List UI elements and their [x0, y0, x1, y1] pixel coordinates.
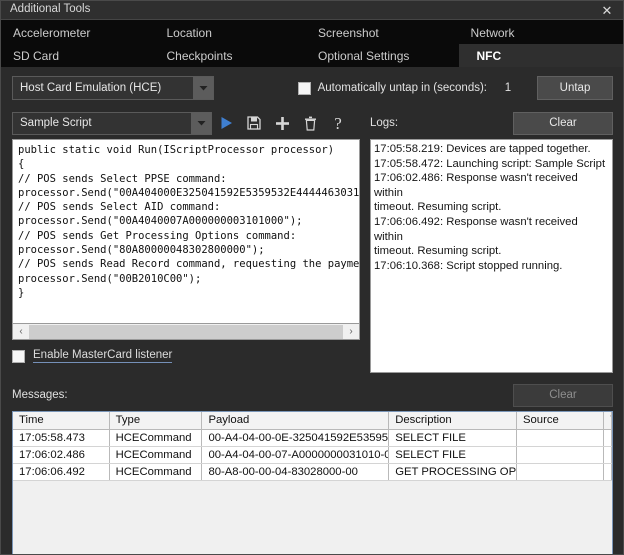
cell-target: 169.254.86.176	[603, 429, 612, 447]
run-script-button[interactable]	[212, 110, 240, 136]
plus-icon	[275, 116, 290, 131]
auto-untap-label: Automatically untap in (seconds):	[317, 82, 487, 94]
script-toolbar: Sample Script ?	[12, 110, 360, 136]
log-line: 17:06:06.492: Response wasn't received w…	[374, 215, 578, 243]
logs-column: Logs: Clear 17:05:58.219: Devices are ta…	[370, 110, 613, 373]
auto-untap-checkbox[interactable]	[297, 81, 311, 95]
chevron-left-icon[interactable]: ‹	[13, 325, 29, 339]
tab-optional-settings[interactable]: Optional Settings	[306, 44, 459, 67]
editor-horizontal-scrollbar[interactable]: ‹ ›	[12, 324, 360, 340]
column-header-source[interactable]: Source	[516, 412, 605, 430]
log-line: 17:05:58.472: Launching script: Sample S…	[374, 157, 606, 170]
mastercard-listener-row: Enable MasterCard listener	[12, 349, 360, 363]
cell-source	[516, 463, 605, 481]
clear-messages-button[interactable]: Clear	[513, 383, 613, 407]
cell-source	[516, 446, 605, 464]
column-header-payload[interactable]: Payload	[201, 412, 390, 430]
tab-nfc[interactable]: NFC	[458, 44, 623, 67]
table-header-row: Time Type Payload Description Source Tar…	[13, 412, 612, 430]
script-select-value: Sample Script	[20, 117, 92, 129]
cell-target: 169.254.86.176	[603, 463, 612, 481]
tab-row-2: SD Card Checkpoints Optional Settings NF…	[1, 44, 623, 67]
messages-table: Time Type Payload Description Source Tar…	[13, 412, 612, 481]
column-header-description[interactable]: Description	[388, 412, 517, 430]
logs-title: Logs:	[370, 117, 399, 129]
cell-time: 17:05:58.473	[13, 429, 110, 447]
delete-script-button[interactable]	[296, 110, 324, 136]
column-header-target[interactable]: Target	[603, 412, 612, 430]
table-row[interactable]: 17:06:02.486 HCECommand 00-A4-04-00-07-A…	[13, 446, 612, 464]
emulation-mode-select[interactable]: Host Card Emulation (HCE)	[12, 76, 214, 100]
messages-title: Messages:	[12, 389, 68, 401]
cell-source	[516, 429, 605, 447]
untap-button[interactable]: Untap	[537, 76, 613, 100]
save-icon	[247, 116, 261, 130]
cell-time: 17:06:06.492	[13, 463, 110, 481]
tab-accelerometer[interactable]: Accelerometer	[1, 21, 155, 44]
save-script-button[interactable]	[240, 110, 268, 136]
log-line: timeout. Resuming script.	[374, 245, 502, 258]
tab-location[interactable]: Location	[155, 21, 307, 44]
clear-logs-button[interactable]: Clear	[513, 111, 613, 135]
mastercard-listener-label: Enable MasterCard listener	[33, 349, 173, 363]
cell-payload: 80-A8-00-00-04-83028000-00	[201, 463, 390, 481]
logs-output[interactable]: 17:05:58.219: Devices are tapped togethe…	[370, 139, 613, 373]
untap-seconds-input[interactable]: 1	[491, 82, 525, 94]
cell-target: 169.254.86.176	[603, 446, 612, 464]
tab-sd-card[interactable]: SD Card	[1, 44, 155, 67]
messages-header: Messages: Clear	[1, 382, 623, 408]
window-title: Additional Tools	[10, 3, 91, 16]
title-bar: Additional Tools ✕	[1, 1, 623, 20]
log-line: 17:05:58.219: Devices are tapped togethe…	[374, 143, 591, 155]
cell-time: 17:06:02.486	[13, 446, 110, 464]
cell-type: HCECommand	[109, 463, 203, 481]
chevron-down-icon	[193, 77, 213, 99]
untap-controls: Automatically untap in (seconds): 1 Unta…	[297, 76, 613, 100]
help-button[interactable]: ?	[324, 110, 352, 136]
tab-network[interactable]: Network	[459, 21, 623, 44]
mastercard-listener-checkbox[interactable]	[12, 349, 25, 363]
cell-description: SELECT FILE	[388, 446, 517, 464]
tab-row-1: Accelerometer Location Screenshot Networ…	[1, 21, 623, 44]
play-icon	[220, 116, 233, 130]
tab-screenshot[interactable]: Screenshot	[306, 21, 459, 44]
add-script-button[interactable]	[268, 110, 296, 136]
script-code-text: public static void Run(IScriptProcessor …	[18, 144, 360, 299]
additional-tools-window: Additional Tools ✕ Accelerometer Locatio…	[0, 0, 624, 555]
cell-payload: 00-A4-04-00-0E-325041592E53595	[201, 429, 390, 447]
cell-description: GET PROCESSING OP	[388, 463, 517, 481]
tab-checkpoints[interactable]: Checkpoints	[155, 44, 307, 67]
script-select[interactable]: Sample Script	[12, 111, 212, 135]
question-mark-icon: ?	[334, 113, 342, 133]
cell-description: SELECT FILE	[388, 429, 517, 447]
column-header-time[interactable]: Time	[13, 412, 110, 430]
tab-bar: Accelerometer Location Screenshot Networ…	[1, 20, 623, 67]
chevron-right-icon[interactable]: ›	[343, 325, 359, 339]
trash-icon	[304, 116, 317, 131]
scrollbar-thumb[interactable]	[29, 324, 343, 339]
table-row[interactable]: 17:06:06.492 HCECommand 80-A8-00-00-04-8…	[13, 463, 612, 481]
cell-type: HCECommand	[109, 446, 203, 464]
cell-payload: 00-A4-04-00-07-A0000000031010-0	[201, 446, 390, 464]
table-row[interactable]: 17:05:58.473 HCECommand 00-A4-04-00-0E-3…	[13, 429, 612, 447]
chevron-down-icon	[191, 112, 211, 134]
script-editor-column: Sample Script ? public static void Run(I…	[12, 110, 360, 373]
logs-header: Logs: Clear	[370, 110, 613, 136]
script-code-editor[interactable]: public static void Run(IScriptProcessor …	[12, 139, 360, 324]
log-line: timeout. Resuming script.	[374, 201, 502, 214]
cell-type: HCECommand	[109, 429, 203, 447]
close-icon[interactable]: ✕	[597, 2, 617, 19]
log-line: 17:06:02.486: Response wasn't received w…	[374, 172, 578, 199]
messages-table-container: Time Type Payload Description Source Tar…	[12, 411, 613, 554]
nfc-main-area: Sample Script ? public static void Run(I…	[1, 100, 623, 373]
log-line: 17:06:10.368: Script stopped running.	[374, 259, 563, 272]
column-header-type[interactable]: Type	[109, 412, 203, 430]
nfc-panel: Host Card Emulation (HCE) Automatically …	[1, 67, 623, 554]
nfc-toolbar: Host Card Emulation (HCE) Automatically …	[1, 67, 623, 100]
emulation-mode-value: Host Card Emulation (HCE)	[20, 82, 162, 94]
